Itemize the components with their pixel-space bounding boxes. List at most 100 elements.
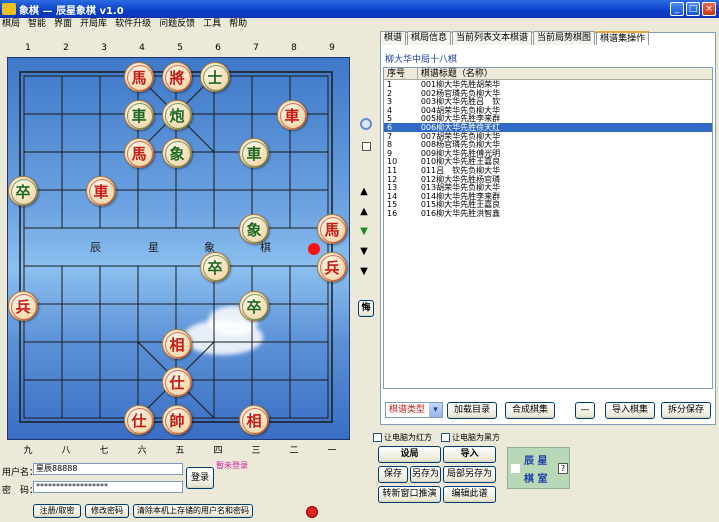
piece[interactable]: 車 xyxy=(86,176,116,206)
new-window-analysis-button[interactable]: 转新窗口推演 xyxy=(378,486,441,503)
clear-credentials-button[interactable]: 清除本机上存储的用户名和密码 xyxy=(133,504,253,518)
row-index: 8 xyxy=(387,140,393,150)
save-button[interactable]: 保存 xyxy=(378,466,408,483)
piece[interactable]: 炮 xyxy=(162,100,192,130)
file-number: 5 xyxy=(177,43,183,53)
password-input[interactable]: ****************** xyxy=(33,481,183,493)
list-row[interactable]: 3 003柳大华先胜吕 钦 xyxy=(384,97,712,106)
list-row[interactable]: 6 006柳大华先胜徐天红 xyxy=(384,122,712,132)
tab-game-info[interactable]: 棋局信息 xyxy=(407,31,452,45)
list-row[interactable]: 7 007胡荣华先负柳大华 xyxy=(384,132,712,141)
column-header-index[interactable]: 序号 xyxy=(384,68,418,79)
menu-game[interactable]: 棋局 xyxy=(2,18,20,30)
piece[interactable]: 卒 xyxy=(200,252,230,282)
piece[interactable]: 兵 xyxy=(317,252,347,282)
help-icon[interactable]: ? xyxy=(558,463,568,474)
menu-feedback[interactable]: 问题反馈 xyxy=(159,18,195,30)
row-title: 001柳大华先胜胡荣华 xyxy=(420,80,501,89)
piece[interactable]: 仕 xyxy=(162,367,192,397)
column-header-title[interactable]: 棋谱标题（名称） xyxy=(418,68,712,79)
menu-openings[interactable]: 开局库 xyxy=(80,18,107,30)
compass-icon[interactable] xyxy=(360,118,372,130)
list-row[interactable]: 15 015柳大华先胜王嘉良 xyxy=(384,200,712,210)
save-as-button[interactable]: 另存为 xyxy=(410,466,441,483)
piece[interactable]: 相 xyxy=(239,405,269,435)
first-move-button[interactable]: ▲ xyxy=(357,185,371,199)
piece[interactable]: 車 xyxy=(239,138,269,168)
river-text: 辰 星 象 棋 xyxy=(90,240,271,254)
list-row[interactable]: 8 008杨官璘先负柳大华 xyxy=(384,140,712,149)
login-button[interactable]: 登录 xyxy=(186,467,214,489)
tab-record[interactable]: 棋谱 xyxy=(380,31,407,45)
piece[interactable]: 卒 xyxy=(239,291,269,321)
list-header: 序号 棋谱标题（名称） xyxy=(384,68,712,80)
red-ai-checkbox[interactable]: 让电脑为红方 xyxy=(373,432,432,443)
fast-forward-button[interactable]: ▼ xyxy=(357,245,371,259)
piece[interactable]: 車 xyxy=(277,100,307,130)
split-save-button[interactable]: 拆分保存 xyxy=(661,402,711,419)
list-row[interactable]: 2 002杨官璘先负柳大华 xyxy=(384,89,712,98)
menu-view[interactable]: 界面 xyxy=(54,18,72,30)
window-title: 象棋 — 辰星象棋 v1.0 xyxy=(19,5,124,17)
piece[interactable]: 象 xyxy=(239,214,269,244)
undo-button[interactable]: 悔 xyxy=(358,300,374,317)
piece[interactable]: 兵 xyxy=(8,291,38,321)
menu-upgrade[interactable]: 软件升级 xyxy=(115,18,151,30)
list-row[interactable]: 11 011吕 钦先负柳大华 xyxy=(384,166,712,175)
checkbox-box[interactable] xyxy=(373,433,382,442)
partial-save-as-button[interactable]: 局部另存为 xyxy=(443,466,496,483)
black-ai-checkbox[interactable]: 让电脑为黑方 xyxy=(441,432,500,443)
menu-tools[interactable]: 工具 xyxy=(203,18,221,30)
tab-collection-ops[interactable]: 棋谱集操作 xyxy=(596,31,650,45)
piece[interactable]: 將 xyxy=(162,62,192,92)
file-number: 8 xyxy=(291,43,297,53)
piece[interactable]: 相 xyxy=(162,329,192,359)
list-row[interactable]: 1 001柳大华先胜胡荣华 xyxy=(384,80,712,89)
minimize-button[interactable]: _ xyxy=(670,2,684,16)
piece[interactable]: 卒 xyxy=(8,176,38,206)
setup-game-button[interactable]: 设局 xyxy=(378,446,441,463)
piece[interactable]: 馬 xyxy=(124,62,154,92)
tab-list-text[interactable]: 当前列表文本棋谱 xyxy=(452,31,533,45)
load-directory-button[interactable]: 加载目录 xyxy=(447,402,497,419)
prev-move-button[interactable]: ▲ xyxy=(357,205,371,219)
tab-position-diagram[interactable]: 当前局势棋图 xyxy=(533,31,596,45)
next-move-button[interactable]: ▼ xyxy=(357,225,371,239)
list-row[interactable]: 5 005柳大华先胜李来群 xyxy=(384,114,712,124)
row-title: 015柳大华先胜王嘉良 xyxy=(420,200,501,210)
game-list[interactable]: 序号 棋谱标题（名称） 1 001柳大华先胜胡荣华 2 002杨官璘先负柳大华 3 003… xyxy=(383,67,713,389)
combine-collection-button[interactable]: 合成棋集 xyxy=(505,402,555,419)
close-button[interactable]: × xyxy=(702,2,716,16)
piece[interactable]: 象 xyxy=(162,138,192,168)
last-move-button[interactable]: ▼ xyxy=(357,265,371,279)
piece[interactable]: 馬 xyxy=(317,214,347,244)
heart-icon[interactable] xyxy=(306,506,318,518)
menu-help[interactable]: 帮助 xyxy=(229,18,247,30)
piece[interactable]: 帥 xyxy=(162,405,192,435)
list-row[interactable]: 12 012柳大华先胜杨官璘 xyxy=(384,175,712,184)
username-input[interactable]: 星辰88888 xyxy=(33,463,183,475)
list-row[interactable]: 16 016柳大华先胜洪智鑫 xyxy=(384,209,712,218)
menu-ai[interactable]: 智能 xyxy=(28,18,46,30)
piece[interactable]: 士 xyxy=(200,62,230,92)
row-index: 10 xyxy=(387,157,398,167)
edit-record-button[interactable]: 编辑此谱 xyxy=(443,486,496,503)
checkbox-box[interactable] xyxy=(441,433,450,442)
piece[interactable]: 馬 xyxy=(124,138,154,168)
row-index: 9 xyxy=(387,148,393,158)
import-button[interactable]: 导入 xyxy=(443,446,496,463)
board-option-checkbox[interactable] xyxy=(362,142,371,151)
brand-checkbox[interactable] xyxy=(511,464,520,473)
piece[interactable]: 仕 xyxy=(124,405,154,435)
game-type-select[interactable]: 棋谱类型 ▾ xyxy=(385,402,443,418)
remove-button[interactable]: — xyxy=(575,402,595,419)
list-row[interactable]: 13 013胡荣华先负柳大华 xyxy=(384,183,712,192)
maximize-button[interactable]: □ xyxy=(686,2,700,16)
piece[interactable]: 車 xyxy=(124,100,154,130)
change-password-button[interactable]: 修改密码 xyxy=(85,504,129,518)
file-number: 七 xyxy=(99,446,109,456)
register-button[interactable]: 注册/取密 xyxy=(33,504,81,518)
list-row[interactable]: 10 010柳大华先胜王嘉良 xyxy=(384,157,712,167)
file-number: 六 xyxy=(137,446,147,456)
import-collection-button[interactable]: 导入棋集 xyxy=(605,402,655,419)
